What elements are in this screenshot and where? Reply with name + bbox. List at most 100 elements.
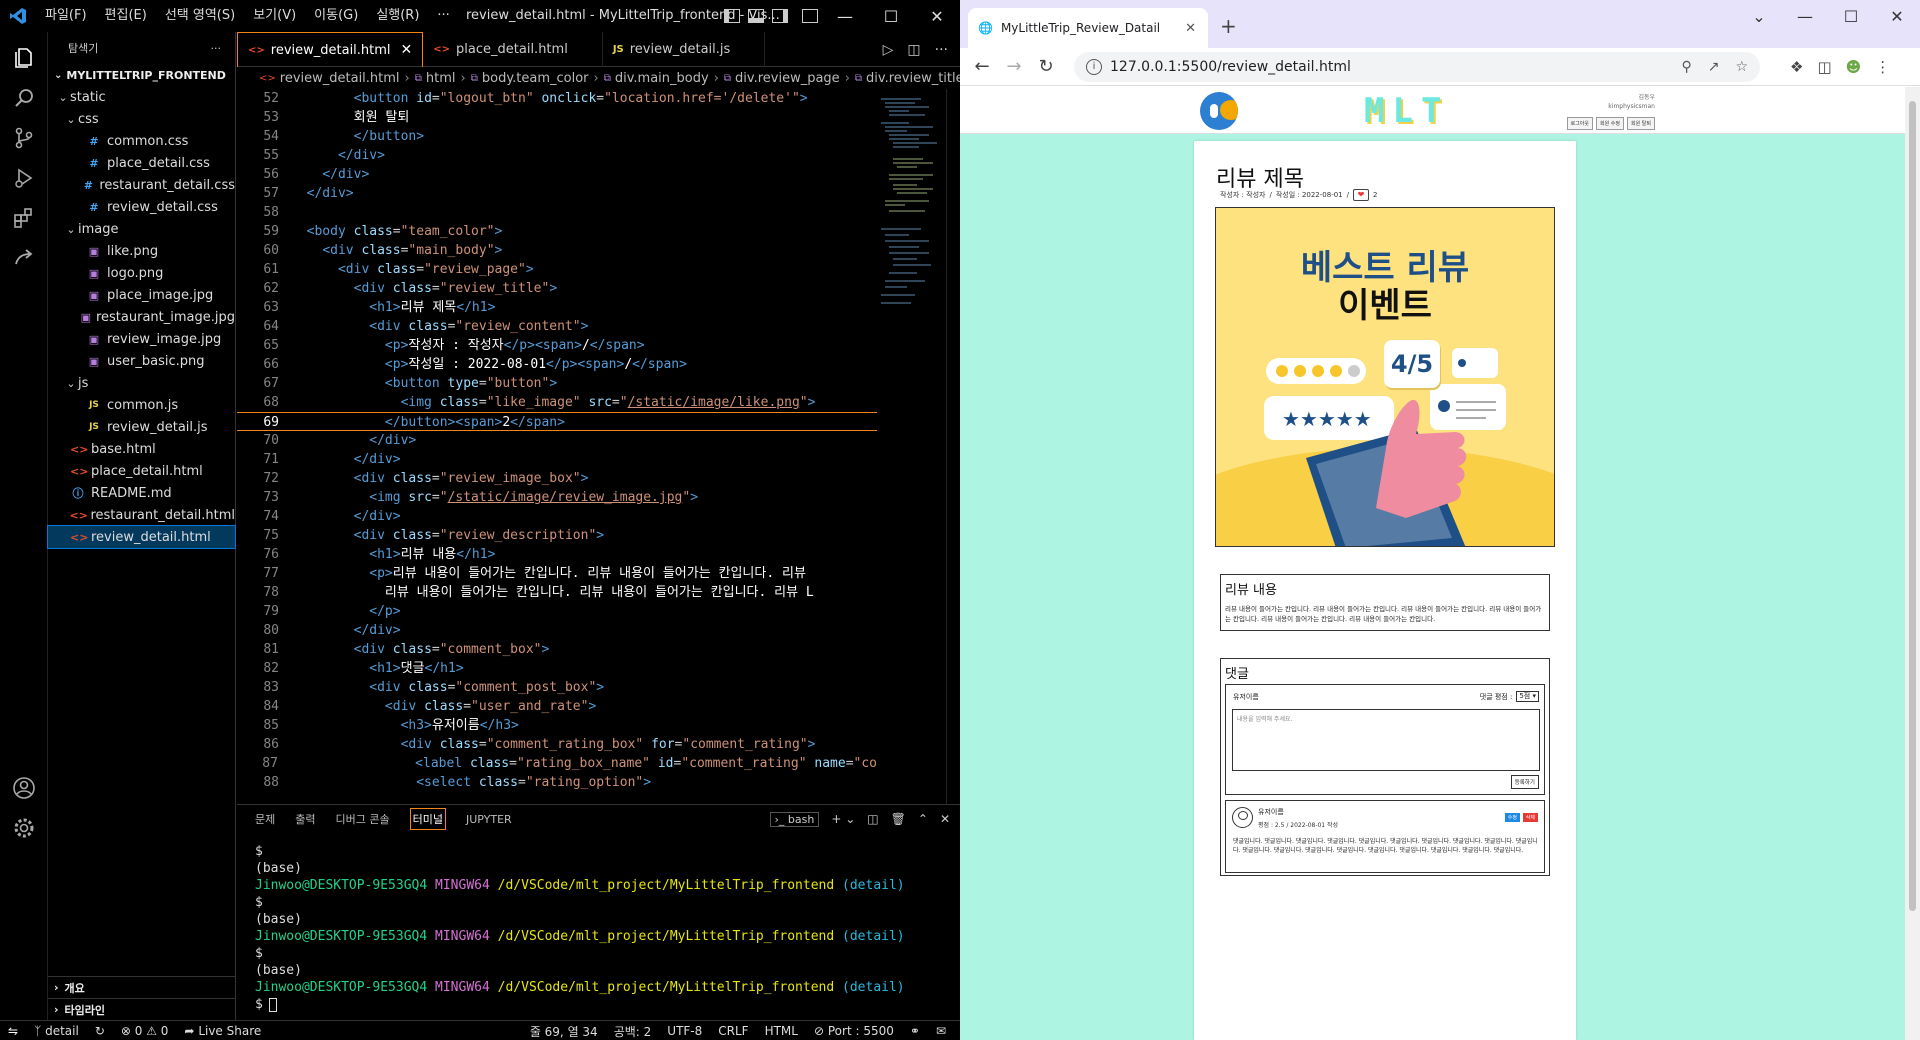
code-line[interactable]: 72 <div class="review_image_box"> <box>237 469 877 488</box>
cursor-position[interactable]: 줄 69, 열 34 <box>522 1023 606 1040</box>
code-line[interactable]: 82 <h1>댓글</h1> <box>237 659 877 678</box>
bookmark-star-icon[interactable]: ☆ <box>1735 59 1748 75</box>
close-tab-icon[interactable]: ✕ <box>1185 21 1196 36</box>
settings-gear-icon[interactable] <box>8 812 40 844</box>
file-item[interactable]: ▣ place_image.jpg <box>48 284 235 306</box>
code-line[interactable]: 88 <select class="rating_option"> <box>237 773 877 792</box>
tab-search-icon[interactable]: ⌄ <box>1736 0 1782 32</box>
comment-input[interactable]: 내용을 입력해 주세요. <box>1232 709 1540 771</box>
share-icon[interactable]: ↗ <box>1708 59 1720 75</box>
indentation[interactable]: 공백: 2 <box>606 1023 660 1040</box>
code-line[interactable]: 62 <div class="review_title"> <box>237 279 877 298</box>
feedback-icon[interactable]: ⚭ <box>902 1024 928 1038</box>
code-line[interactable]: 63 <h1>리뷰 제목</h1> <box>237 298 877 317</box>
live-server-port[interactable]: ⊘ Port : 5500 <box>806 1024 902 1038</box>
file-item[interactable]: ▣ user_basic.png <box>48 350 235 372</box>
code-line[interactable]: 85 <h3>유저이름</h3> <box>237 716 877 735</box>
like-heart-icon[interactable]: ❤ <box>1352 189 1369 201</box>
breadcrumb-item[interactable]: div.main_body <box>615 71 709 86</box>
delete-account-button[interactable]: 회원 탈퇴 <box>1627 117 1655 130</box>
edit-comment-button[interactable]: 수정 <box>1504 813 1520 822</box>
editor-tab[interactable]: JS review_detail.js <box>603 32 766 67</box>
folder-item[interactable]: ⌄ js <box>48 372 235 394</box>
panel-tab[interactable]: 출력 <box>295 811 315 827</box>
code-line[interactable]: 84 <div class="user_and_rate"> <box>237 697 877 716</box>
account-icon[interactable] <box>8 772 40 804</box>
extensions-puzzle-icon[interactable]: ❖ <box>1790 58 1803 76</box>
breadcrumb-item[interactable]: review_detail.html <box>280 71 400 86</box>
code-line[interactable]: 56 </div> <box>237 165 877 184</box>
site-brand[interactable]: MLT <box>1364 91 1449 131</box>
extensions-icon[interactable] <box>8 202 40 234</box>
minimize-button[interactable]: — <box>1782 0 1828 32</box>
code-line[interactable]: 83 <div class="comment_post_box"> <box>237 678 877 697</box>
live-share-icon[interactable] <box>8 242 40 274</box>
breadcrumb-item[interactable]: body.team_color <box>482 71 589 86</box>
site-logo-icon[interactable] <box>1200 92 1238 130</box>
file-item[interactable]: <> restaurant_detail.html <box>48 504 235 526</box>
terminal-shell-selector[interactable]: ›_ bash <box>769 811 820 827</box>
menu-item[interactable]: 편집(E) <box>96 0 156 32</box>
breadcrumb-item[interactable]: div.review_page <box>735 71 840 86</box>
bell-icon[interactable]: ✉ <box>928 1024 954 1038</box>
zoom-icon[interactable]: ⚲ <box>1681 59 1691 75</box>
terminal-output[interactable]: $ (base) Jinwoo@DESKTOP-9E53GQ4 MINGW64 /d… <box>255 843 905 1013</box>
code-line[interactable]: 59 <body class="team_color"> <box>237 222 877 241</box>
more-actions-icon[interactable]: ··· <box>211 42 222 55</box>
delete-comment-button[interactable]: 삭제 <box>1522 813 1538 822</box>
menu-item[interactable]: 파일(F) <box>36 0 96 32</box>
editor-scrollbar[interactable] <box>946 89 960 804</box>
toggle-secondary-sidebar-icon[interactable] <box>772 9 788 23</box>
folder-item[interactable]: ⌄ image <box>48 218 235 240</box>
back-icon[interactable]: ← <box>966 56 998 77</box>
outline-section[interactable]: › 개요 <box>48 976 236 998</box>
code-line[interactable]: 70 </div> <box>237 431 877 450</box>
code-line[interactable]: 65 <p>작성자 : 작성자</p><span>/</span> <box>237 336 877 355</box>
editor-tab[interactable]: <> place_detail.html <box>423 32 603 67</box>
file-item[interactable]: ⓘ README.md <box>48 482 235 504</box>
file-item[interactable]: JS review_detail.js <box>48 416 235 438</box>
code-line[interactable]: 67 <button type="button"> <box>237 374 877 393</box>
code-line[interactable]: 66 <p>작성일 : 2022-08-01</p><span>/</span> <box>237 355 877 374</box>
code-line[interactable]: 87 <label class="rating_box_name" id="co… <box>237 754 877 773</box>
sync-icon[interactable]: ↻ <box>87 1024 113 1038</box>
menu-item[interactable]: 선택 영역(S) <box>156 0 244 32</box>
edit-profile-button[interactable]: 회원 수정 <box>1596 117 1624 130</box>
split-editor-icon[interactable]: ◫ <box>907 42 920 58</box>
maximize-button[interactable]: ☐ <box>868 0 914 32</box>
new-tab-button[interactable]: + <box>1220 14 1237 38</box>
new-terminal-icon[interactable]: + ⌄ <box>831 812 855 826</box>
close-button[interactable]: ✕ <box>1874 0 1920 32</box>
close-panel-icon[interactable]: ✕ <box>940 812 950 826</box>
trash-icon[interactable]: 🗑 <box>891 812 906 826</box>
source-control-icon[interactable] <box>8 122 40 154</box>
panel-tab[interactable]: 문제 <box>255 811 275 827</box>
code-line[interactable]: 68 <img class="like_image" src="/static/… <box>237 393 877 412</box>
forward-icon[interactable]: → <box>998 56 1030 77</box>
folder-item[interactable]: ⌄ static <box>48 86 235 108</box>
git-branch-status[interactable]: ᛉ detail <box>26 1024 87 1038</box>
code-line[interactable]: 74 </div> <box>237 507 877 526</box>
project-root[interactable]: ⌄ MYLITTELTRIP_FRONTEND <box>48 64 235 86</box>
split-terminal-icon[interactable]: ◫ <box>867 812 878 826</box>
panel-tab[interactable]: 터미널 <box>409 808 446 830</box>
maximize-panel-icon[interactable]: ⌃ <box>918 812 928 826</box>
rating-select[interactable]: 5점 ▾ <box>1516 691 1539 702</box>
scrollbar-thumb[interactable] <box>1909 101 1916 911</box>
live-share-status[interactable]: ➦ Live Share <box>176 1024 269 1038</box>
run-debug-icon[interactable] <box>8 162 40 194</box>
minimap[interactable] <box>877 89 943 319</box>
panel-tab[interactable]: 디버그 콘솔 <box>336 811 390 827</box>
menu-item[interactable]: 실행(R) <box>367 0 428 32</box>
post-comment-button[interactable]: 등록하기 <box>1510 775 1539 789</box>
minimize-button[interactable]: — <box>822 0 868 32</box>
code-line[interactable]: 61 <div class="review_page"> <box>237 260 877 279</box>
code-line[interactable]: 55 </div> <box>237 146 877 165</box>
encoding[interactable]: UTF-8 <box>659 1024 710 1038</box>
code-line[interactable]: 79 </p> <box>237 602 877 621</box>
menu-item[interactable]: 이동(G) <box>305 0 367 32</box>
file-item[interactable]: <> place_detail.html <box>48 460 235 482</box>
code-line[interactable]: 69 </button><span>2</span> <box>237 412 877 431</box>
address-bar[interactable]: i 127.0.0.1:5500/review_detail.html ⚲ ↗ … <box>1074 52 1760 82</box>
file-item[interactable]: # common.css <box>48 130 235 152</box>
